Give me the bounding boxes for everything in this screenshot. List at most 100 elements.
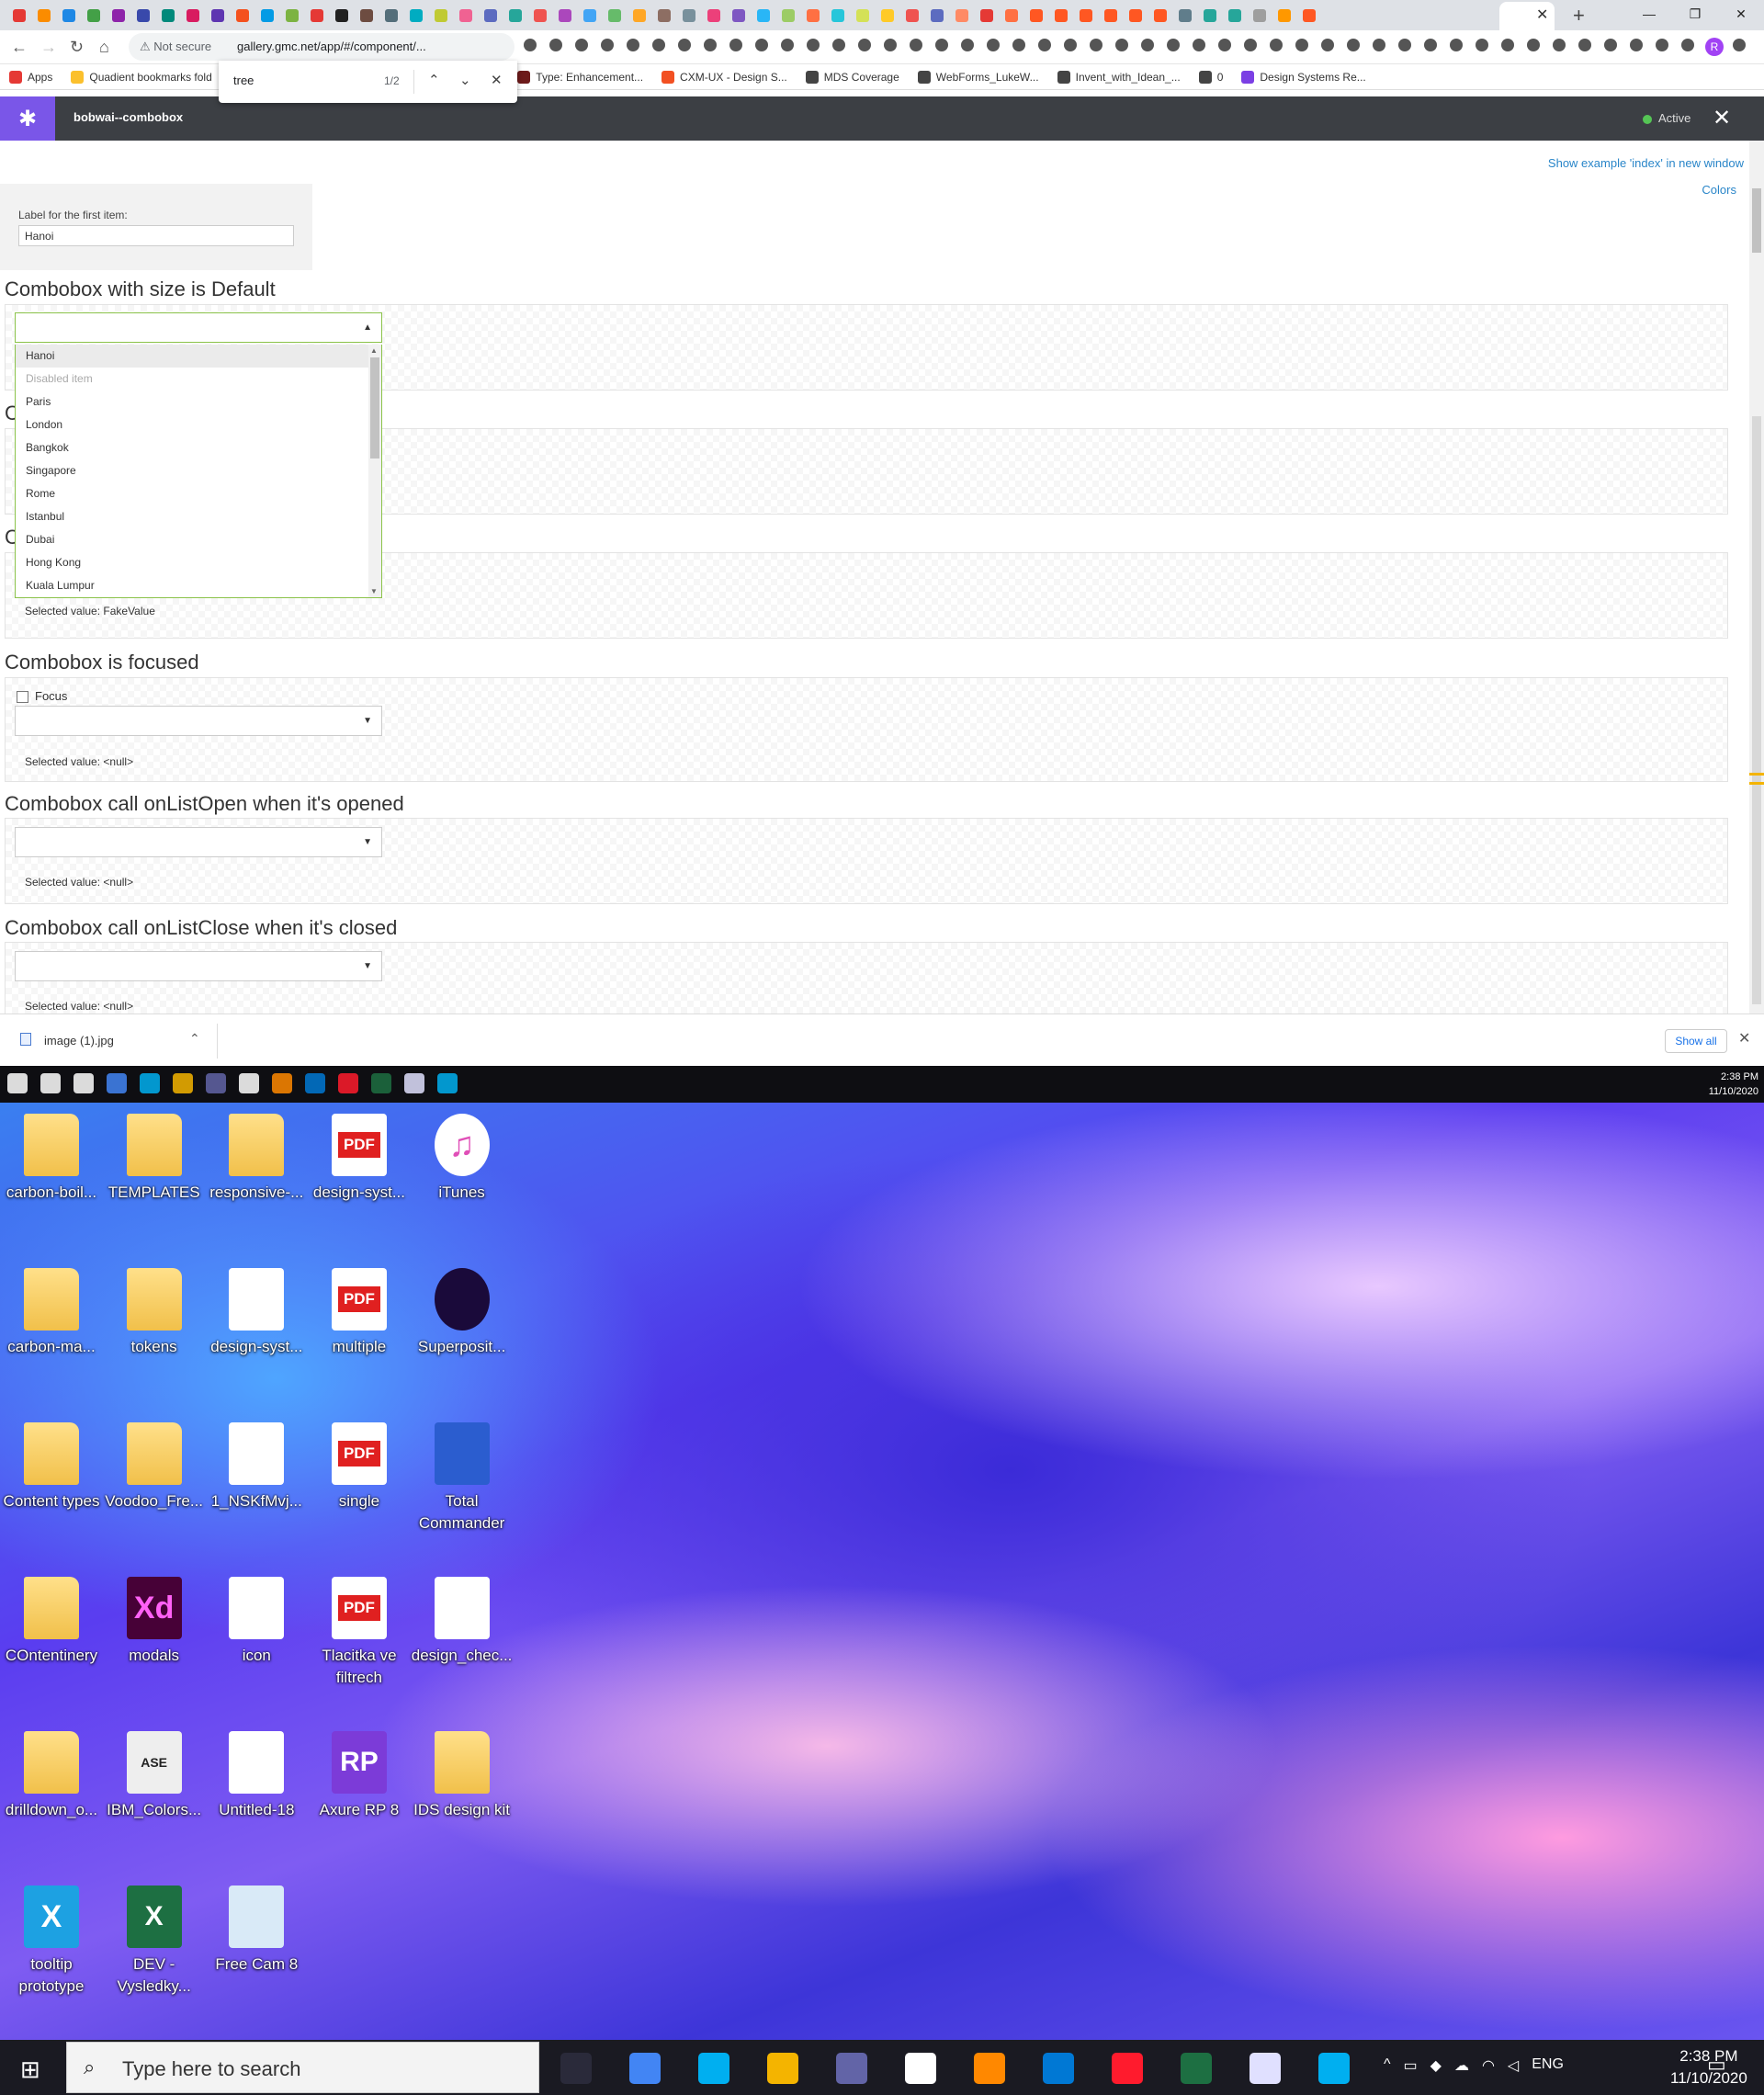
- page-scroll-track[interactable]: [1752, 416, 1761, 1004]
- taskbar-app-icon[interactable]: [1318, 2053, 1350, 2084]
- tab-favicon-icon[interactable]: [1024, 6, 1047, 25]
- desktop-icon[interactable]: PDF single: [309, 1422, 410, 1512]
- desktop-icon[interactable]: PDF multiple: [309, 1268, 410, 1358]
- tab-favicon-icon[interactable]: [355, 6, 378, 25]
- taskbar-app-icon[interactable]: [1181, 2053, 1212, 2084]
- tab-favicon-icon[interactable]: [1297, 6, 1320, 25]
- tab-favicon-icon[interactable]: [876, 6, 899, 25]
- listbox-option[interactable]: Dubai: [16, 528, 381, 551]
- tab-favicon-icon[interactable]: [1173, 6, 1196, 25]
- shelf-close-icon[interactable]: ✕: [1738, 1029, 1750, 1048]
- tab-favicon-icon[interactable]: [1223, 6, 1246, 25]
- extension-icon[interactable]: [755, 39, 768, 51]
- extension-icon[interactable]: [1681, 39, 1694, 51]
- extension-icon[interactable]: [832, 39, 845, 51]
- forward-icon[interactable]: →: [40, 38, 57, 57]
- desktop-icon[interactable]: carbon-ma...: [1, 1268, 102, 1358]
- tab-favicon-icon[interactable]: [628, 6, 650, 25]
- tab-close-icon[interactable]: ✕: [1536, 6, 1548, 24]
- tab-favicon-icon[interactable]: [7, 6, 30, 25]
- bookmark-item[interactable]: Type: Enhancement...: [508, 70, 652, 84]
- url-text[interactable]: gallery.gmc.net/app/#/component/...: [237, 40, 426, 53]
- tray-overflow-icon[interactable]: ^: [1384, 2056, 1391, 2075]
- taskbar-app-icon[interactable]: [1250, 2053, 1281, 2084]
- tab-favicon-icon[interactable]: [851, 6, 874, 25]
- desktop-icon[interactable]: X DEV - Vysledky...: [104, 1886, 205, 1998]
- tab-favicon-icon[interactable]: [1000, 6, 1023, 25]
- desktop-icon[interactable]: Untitled-18: [206, 1731, 307, 1821]
- tab-favicon-icon[interactable]: [156, 6, 179, 25]
- inner-taskbar-app-icon[interactable]: [173, 1073, 193, 1093]
- onedrive-icon[interactable]: ☁: [1454, 2056, 1469, 2075]
- desktop-icon[interactable]: Superposit...: [412, 1268, 513, 1358]
- extension-icon[interactable]: [807, 39, 820, 51]
- image-file-icon[interactable]: [20, 1033, 31, 1046]
- extension-icon[interactable]: [1476, 39, 1488, 51]
- tab-favicon-icon[interactable]: [1074, 6, 1097, 25]
- listbox-option[interactable]: Kuala Lumpur: [16, 574, 381, 597]
- tab-favicon-icon[interactable]: [107, 6, 130, 25]
- listbox-option[interactable]: Singapore: [16, 459, 381, 482]
- taskbar-app-icon[interactable]: [1043, 2053, 1074, 2084]
- scroll-up-icon[interactable]: ▲: [370, 346, 378, 355]
- tab-favicon-icon[interactable]: [925, 6, 948, 25]
- tab-favicon-icon[interactable]: [677, 6, 700, 25]
- tab-favicon-icon[interactable]: [32, 6, 55, 25]
- extension-icon[interactable]: [858, 39, 871, 51]
- inner-taskbar-app-icon[interactable]: [239, 1073, 259, 1093]
- extension-icon[interactable]: [1733, 39, 1746, 51]
- desktop-icon[interactable]: tokens: [104, 1268, 205, 1358]
- bookmark-item[interactable]: Design Systems Re...: [1232, 70, 1374, 84]
- extension-icon[interactable]: [1244, 39, 1257, 51]
- inner-taskbar-app-icon[interactable]: [206, 1073, 226, 1093]
- puzzle-logo-icon[interactable]: ✱: [0, 96, 55, 141]
- windows-start-icon[interactable]: ⊞: [20, 2055, 40, 2084]
- desktop-icon[interactable]: Xd modals: [104, 1577, 205, 1667]
- extension-icon[interactable]: [1090, 39, 1102, 51]
- desktop-icon[interactable]: Content types: [1, 1422, 102, 1512]
- tab-favicon-icon[interactable]: [950, 6, 973, 25]
- tab-favicon-icon[interactable]: [82, 6, 105, 25]
- desktop-icon[interactable]: RP Axure RP 8: [309, 1731, 410, 1821]
- profile-avatar[interactable]: R: [1705, 38, 1724, 56]
- tab-favicon-icon[interactable]: [752, 6, 775, 25]
- combobox-onlistopen[interactable]: ▼: [15, 827, 382, 857]
- listbox-scrollbar[interactable]: ▲ ▼: [368, 345, 381, 597]
- tab-favicon-icon[interactable]: [206, 6, 229, 25]
- combobox-focused[interactable]: ▼: [15, 706, 382, 736]
- extension-icon[interactable]: [1398, 39, 1411, 51]
- tab-favicon-icon[interactable]: [1198, 6, 1221, 25]
- restore-button[interactable]: ❐: [1672, 0, 1718, 28]
- taskbar-app-icon[interactable]: [836, 2053, 867, 2084]
- bookmark-item[interactable]: Invent_with_Idean_...: [1048, 70, 1190, 84]
- security-indicator[interactable]: ⚠ Not secure: [140, 40, 211, 54]
- desktop-icon[interactable]: IDS design kit: [412, 1731, 513, 1821]
- extension-icon[interactable]: [1347, 39, 1360, 51]
- extension-icon[interactable]: [1424, 39, 1437, 51]
- tab-favicon-icon[interactable]: [801, 6, 824, 25]
- tab-favicon-icon[interactable]: [503, 6, 526, 25]
- find-input[interactable]: tree: [233, 74, 254, 87]
- tab-favicon-icon[interactable]: [900, 6, 923, 25]
- extension-icon[interactable]: [1630, 39, 1643, 51]
- chevron-down-icon[interactable]: ▼: [363, 837, 372, 847]
- colors-link[interactable]: Colors: [1702, 183, 1736, 197]
- tab-favicon-icon[interactable]: [131, 6, 154, 25]
- extension-icon[interactable]: [1373, 39, 1385, 51]
- language-indicator[interactable]: ENG: [1532, 2056, 1564, 2075]
- tab-favicon-icon[interactable]: [603, 6, 626, 25]
- bookmark-item[interactable]: 0: [1190, 70, 1233, 84]
- listbox-scroll-thumb[interactable]: [370, 357, 379, 459]
- listbox-option[interactable]: Bangkok: [16, 436, 381, 459]
- inner-taskbar-app-icon[interactable]: [107, 1073, 127, 1093]
- extension-icon[interactable]: [1656, 39, 1668, 51]
- tab-favicon-icon[interactable]: [181, 6, 204, 25]
- inner-taskbar-app-icon[interactable]: [437, 1073, 458, 1093]
- listbox-option[interactable]: Rome: [16, 482, 381, 505]
- extension-icon[interactable]: [910, 39, 922, 51]
- chevron-up-icon[interactable]: ▲: [363, 323, 372, 333]
- extension-icon[interactable]: [1321, 39, 1334, 51]
- desktop-icon[interactable]: Xtooltip prototype: [1, 1886, 102, 1998]
- listbox-option[interactable]: London: [16, 413, 381, 436]
- taskbar-app-icon[interactable]: [905, 2053, 936, 2084]
